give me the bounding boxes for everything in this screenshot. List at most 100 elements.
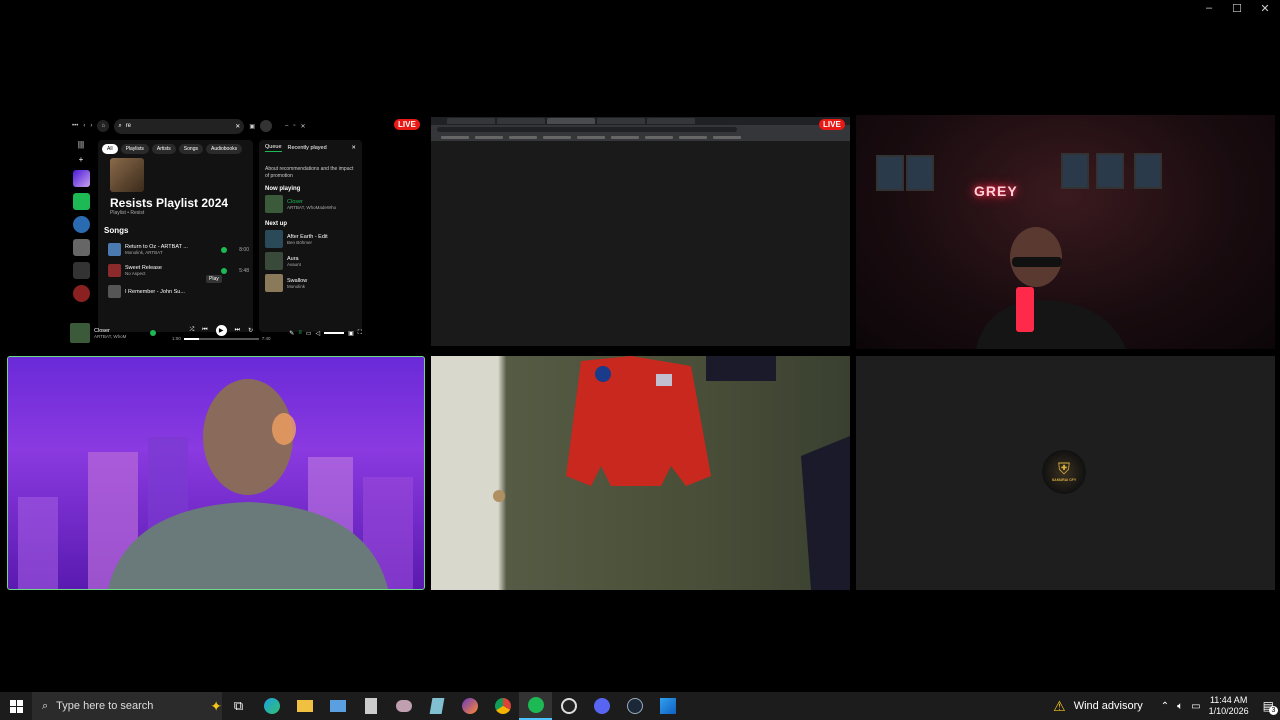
start-button[interactable] bbox=[0, 692, 32, 720]
chip-artists[interactable]: Artists bbox=[151, 144, 176, 154]
bookmark[interactable] bbox=[611, 136, 639, 139]
home-icon[interactable]: ⌂ bbox=[97, 120, 110, 132]
your-episodes-icon[interactable] bbox=[72, 193, 90, 210]
webcam-tile-jacket[interactable] bbox=[431, 356, 850, 590]
now-playing-thumb[interactable] bbox=[70, 323, 90, 343]
saved-check-icon[interactable] bbox=[150, 330, 156, 336]
library-item-icon[interactable] bbox=[72, 216, 90, 233]
steam-icon[interactable] bbox=[618, 692, 651, 720]
playlist-title[interactable]: Resists Playlist 2024 bbox=[110, 196, 249, 210]
chrome-icon[interactable] bbox=[486, 692, 519, 720]
saved-check-icon[interactable] bbox=[221, 267, 227, 274]
discord-icon[interactable] bbox=[585, 692, 618, 720]
firefox-icon[interactable] bbox=[453, 692, 486, 720]
webcam-tile-purple[interactable] bbox=[7, 356, 425, 590]
browser-screen-share[interactable] bbox=[431, 117, 850, 346]
playlist-cover[interactable] bbox=[110, 158, 144, 192]
library-item-icon[interactable] bbox=[72, 285, 90, 302]
library-icon[interactable]: ||| bbox=[78, 140, 84, 149]
volume-icon[interactable]: 🔈︎ bbox=[1177, 701, 1183, 712]
back-icon[interactable]: ‹ bbox=[83, 123, 85, 129]
minimize-button[interactable]: – bbox=[1202, 2, 1216, 15]
tab-queue[interactable]: Queue bbox=[265, 144, 282, 152]
folder-icon[interactable] bbox=[72, 262, 90, 279]
bookmark[interactable] bbox=[645, 136, 673, 139]
repeat-icon[interactable]: ↻ bbox=[248, 327, 253, 334]
more-icon[interactable]: ••• bbox=[72, 123, 78, 129]
player-track-artist[interactable]: ARTBAT, WhoM bbox=[94, 334, 146, 339]
song-row[interactable]: Return to Oz - ARTBAT ... Monolink, ARTB… bbox=[102, 239, 249, 260]
song-row[interactable]: Sweet Release No Aspect 5:48 bbox=[102, 260, 249, 281]
chip-all[interactable]: All bbox=[102, 144, 118, 154]
bookmark[interactable] bbox=[713, 136, 741, 139]
spotify-search-input[interactable]: ⌕ re ✕ bbox=[114, 118, 245, 134]
copilot-sparkle-icon[interactable]: ✦ bbox=[210, 698, 222, 715]
volume-slider[interactable] bbox=[324, 332, 345, 334]
add-icon[interactable]: + bbox=[79, 155, 84, 164]
spotify-screen-share[interactable]: ••• ‹ › ⌂ ⌕ re ✕ ▣ – ▫ ✕ ||| + All Playl… bbox=[68, 115, 364, 345]
liked-songs-icon[interactable] bbox=[72, 170, 90, 187]
bookmark[interactable] bbox=[441, 136, 469, 139]
spotify-icon[interactable] bbox=[519, 692, 552, 720]
play-icon[interactable]: ▶ bbox=[215, 325, 227, 336]
next-icon[interactable]: ⏭ bbox=[235, 327, 240, 334]
chip-audiobooks[interactable]: Audiobooks bbox=[205, 144, 243, 154]
browser-tab[interactable] bbox=[647, 118, 695, 124]
url-input[interactable] bbox=[437, 127, 737, 132]
queue-item[interactable]: Aura Avaunt bbox=[265, 252, 356, 270]
queue-item[interactable]: Swallow Monolink bbox=[265, 274, 356, 292]
fullscreen-icon[interactable]: ⛶ bbox=[358, 330, 362, 337]
progress-bar[interactable] bbox=[183, 337, 259, 340]
network-icon[interactable]: ▭ bbox=[1191, 701, 1200, 712]
browser-tab[interactable] bbox=[547, 118, 595, 124]
app-icon[interactable] bbox=[387, 692, 420, 720]
volume-icon[interactable]: ◁ bbox=[316, 330, 321, 337]
weather-label[interactable]: Wind advisory bbox=[1074, 700, 1143, 712]
bookmark[interactable] bbox=[679, 136, 707, 139]
avatar-tile[interactable]: ⛨ SAMURAI CFY bbox=[856, 356, 1275, 590]
devices-icon[interactable]: ▭ bbox=[306, 330, 312, 337]
close-icon[interactable]: ✕ bbox=[300, 123, 305, 130]
calculator-icon[interactable] bbox=[354, 692, 387, 720]
song-row[interactable]: I Remember - John Su... Play bbox=[102, 275, 249, 302]
file-explorer-icon[interactable] bbox=[288, 692, 321, 720]
queue-item[interactable]: After Earth - Edit Ben Böhmer bbox=[265, 230, 356, 248]
paint-icon[interactable] bbox=[651, 692, 684, 720]
previous-icon[interactable]: ⏮ bbox=[202, 327, 207, 334]
edge-icon[interactable] bbox=[255, 692, 288, 720]
maximize-icon[interactable]: ▫ bbox=[293, 123, 295, 129]
chevron-up-icon[interactable]: ⌃ bbox=[1161, 701, 1169, 712]
task-view-icon[interactable]: ⧉ bbox=[222, 692, 255, 720]
clock[interactable]: 11:44 AM 1/10/2026 bbox=[1209, 695, 1249, 717]
chip-songs[interactable]: Songs bbox=[178, 144, 203, 154]
remote-desktop-icon[interactable] bbox=[321, 692, 354, 720]
obs-icon[interactable] bbox=[552, 692, 585, 720]
shuffle-icon[interactable]: ⤮ bbox=[189, 327, 194, 334]
browser-tab[interactable] bbox=[597, 118, 645, 124]
queue-item[interactable]: Closer ARTBAT, WhoMadeWho bbox=[265, 195, 356, 213]
taskbar-search-input[interactable]: ⌕ Type here to search ✦ bbox=[32, 692, 222, 720]
close-queue-icon[interactable]: ✕ bbox=[351, 145, 356, 151]
browser-tab[interactable] bbox=[447, 118, 495, 124]
bookmark[interactable] bbox=[543, 136, 571, 139]
notes-icon[interactable] bbox=[420, 692, 453, 720]
browser-tab[interactable] bbox=[497, 118, 545, 124]
queue-icon[interactable]: ≡ bbox=[298, 330, 302, 336]
chip-playlists[interactable]: Playlists bbox=[120, 144, 149, 154]
webcam-tile-neon[interactable]: GREY bbox=[856, 115, 1275, 349]
tab-recently-played[interactable]: Recently played bbox=[288, 145, 327, 151]
notification-icon[interactable]: ▤ 3 bbox=[1263, 699, 1278, 715]
clear-icon[interactable]: ✕ bbox=[235, 123, 240, 130]
miniplayer-icon[interactable]: ▣ bbox=[348, 330, 354, 337]
promotion-note[interactable]: About recommendations and the impact of … bbox=[265, 166, 356, 180]
profile-icon[interactable] bbox=[259, 120, 272, 132]
minimize-icon[interactable]: – bbox=[285, 123, 288, 129]
bookmark[interactable] bbox=[475, 136, 503, 139]
bookmark[interactable] bbox=[577, 136, 605, 139]
close-button[interactable]: ✕ bbox=[1258, 2, 1272, 15]
bookmark[interactable] bbox=[509, 136, 537, 139]
library-item-icon[interactable] bbox=[72, 239, 90, 256]
lyrics-icon[interactable]: ✎ bbox=[289, 330, 294, 337]
saved-check-icon[interactable] bbox=[221, 246, 227, 253]
forward-icon[interactable]: › bbox=[90, 123, 92, 129]
